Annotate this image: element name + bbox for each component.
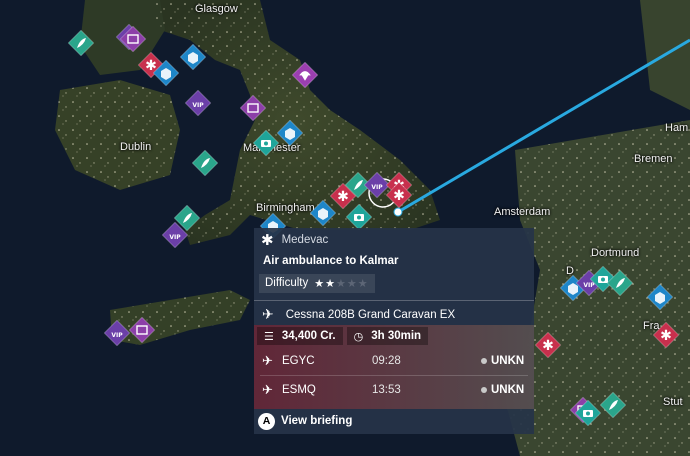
delivery-mission-marker[interactable] bbox=[68, 30, 94, 56]
medevac-mission-marker[interactable]: ✱ bbox=[535, 332, 561, 358]
difficulty-stars: ★★★★★ bbox=[314, 277, 368, 290]
photo-mission-marker[interactable] bbox=[346, 204, 372, 230]
star-empty-icon: ★ bbox=[336, 276, 347, 290]
photo-mission-marker[interactable] bbox=[253, 130, 279, 156]
arrival-row: ✈ ESMQ 13:53 UNKN bbox=[254, 376, 534, 404]
city-label-hamburg: Ham bbox=[665, 122, 689, 134]
coin-stack-icon: ☰ bbox=[264, 329, 274, 343]
svg-text:VIP: VIP bbox=[371, 184, 383, 191]
star-icon: ★ bbox=[325, 276, 336, 290]
skydive-mission-marker[interactable] bbox=[292, 62, 318, 88]
aircraft-name: Cessna 208B Grand Caravan EX bbox=[285, 309, 456, 321]
cargo-mission-marker[interactable] bbox=[277, 120, 303, 146]
svg-text:VIP: VIP bbox=[169, 234, 181, 241]
mission-category: Medevac bbox=[281, 234, 329, 246]
weather-status-dot bbox=[481, 358, 487, 364]
medevac-icon: ✱ bbox=[653, 322, 679, 348]
passenger-icon bbox=[129, 317, 155, 343]
departure-row: ✈ EGYC 09:28 UNKN bbox=[254, 347, 534, 375]
medevac-icon: ✱ bbox=[386, 182, 412, 208]
passenger-mission-marker[interactable] bbox=[129, 317, 155, 343]
medevac-mission-marker[interactable]: ✱ bbox=[386, 182, 412, 208]
airplane-icon: ✈ bbox=[262, 307, 274, 323]
delivery-icon bbox=[192, 150, 218, 176]
medevac-icon: ✱ bbox=[535, 332, 561, 358]
city-label-glasgow: Glasgow bbox=[195, 3, 238, 15]
delivery-mission-marker[interactable] bbox=[192, 150, 218, 176]
difficulty-label: Difficulty bbox=[265, 277, 309, 289]
svg-text:VIP: VIP bbox=[192, 102, 204, 109]
arrival-time: 13:53 bbox=[372, 384, 401, 396]
star-empty-icon: ★ bbox=[346, 276, 358, 290]
vip-mission-marker[interactable]: VIP bbox=[104, 320, 130, 346]
weather-status-dot bbox=[481, 387, 487, 393]
delivery-icon bbox=[607, 270, 633, 296]
difficulty-badge: Difficulty ★★★★★ bbox=[259, 273, 375, 293]
cargo-mission-marker[interactable] bbox=[647, 284, 673, 310]
city-label-amsterdam: Amsterdam bbox=[494, 206, 551, 218]
city-label-dublin: Dublin bbox=[120, 141, 152, 153]
asterisk-icon: ✱ bbox=[261, 231, 274, 249]
takeoff-icon: ✈ bbox=[262, 353, 273, 369]
svg-text:✱: ✱ bbox=[393, 188, 405, 204]
cargo-icon bbox=[153, 60, 179, 86]
medevac-mission-marker[interactable]: ✱ bbox=[653, 322, 679, 348]
landing-icon: ✈ bbox=[262, 382, 273, 398]
delivery-mission-marker[interactable] bbox=[607, 270, 633, 296]
vip-icon: VIP bbox=[185, 90, 211, 116]
photo-mission-marker[interactable] bbox=[575, 400, 601, 426]
reward-section: ☰ 34,400 Cr. ◷ 3h 30min ✈ EGYC 09:28 UNK… bbox=[254, 325, 534, 409]
cargo-icon bbox=[647, 284, 673, 310]
cargo-icon bbox=[277, 120, 303, 146]
cargo-mission-marker[interactable] bbox=[180, 44, 206, 70]
delivery-mission-marker[interactable] bbox=[600, 392, 626, 418]
view-briefing-button[interactable]: A View briefing bbox=[258, 412, 352, 430]
city-label-bremen: Bremen bbox=[634, 153, 673, 165]
cargo-mission-marker[interactable] bbox=[310, 200, 336, 226]
departure-status: UNKN bbox=[491, 355, 525, 367]
passenger-mission-marker[interactable] bbox=[120, 26, 146, 52]
svg-text:VIP: VIP bbox=[111, 332, 123, 339]
svg-text:✱: ✱ bbox=[542, 338, 554, 354]
cargo-mission-marker[interactable] bbox=[153, 60, 179, 86]
popup-header: ✱ Medevac bbox=[254, 228, 534, 252]
delivery-icon bbox=[68, 30, 94, 56]
city-label-stuttgart: Stut bbox=[663, 396, 683, 408]
duration-pill: ◷ 3h 30min bbox=[346, 327, 429, 345]
skydive-icon bbox=[292, 62, 318, 88]
passenger-mission-marker[interactable] bbox=[240, 95, 266, 121]
a-button-icon: A bbox=[258, 412, 275, 430]
delivery-icon bbox=[600, 392, 626, 418]
aircraft-row: ✈ Cessna 208B Grand Caravan EX bbox=[254, 304, 534, 326]
mission-title: Air ambulance to Kalmar bbox=[263, 255, 399, 267]
arrival-code: ESMQ bbox=[282, 384, 316, 396]
duration-value: 3h 30min bbox=[371, 330, 422, 342]
svg-text:✱: ✱ bbox=[660, 328, 672, 344]
cargo-icon bbox=[180, 44, 206, 70]
departure-code: EGYC bbox=[282, 355, 315, 367]
vip-mission-marker[interactable]: VIP bbox=[185, 90, 211, 116]
reward-value: 34,400 Cr. bbox=[281, 330, 336, 342]
photo-icon bbox=[346, 204, 372, 230]
vip-mission-marker[interactable]: VIP bbox=[162, 222, 188, 248]
route-origin-dot bbox=[393, 207, 403, 217]
passenger-icon bbox=[240, 95, 266, 121]
passenger-icon bbox=[120, 26, 146, 52]
city-label-dortmund: Dortmund bbox=[591, 247, 640, 259]
vip-icon: VIP bbox=[104, 320, 130, 346]
photo-icon bbox=[575, 400, 601, 426]
departure-time: 09:28 bbox=[372, 355, 401, 367]
star-empty-icon: ★ bbox=[357, 276, 369, 290]
cargo-icon bbox=[310, 200, 336, 226]
reward-pill: ☰ 34,400 Cr. bbox=[257, 327, 343, 345]
mission-popup[interactable]: ✱ Medevac Air ambulance to Kalmar Diffic… bbox=[254, 228, 534, 434]
photo-icon bbox=[253, 130, 279, 156]
view-briefing-label: View briefing bbox=[281, 415, 353, 427]
arrival-status: UNKN bbox=[491, 384, 525, 396]
star-icon: ★ bbox=[314, 276, 326, 290]
clock-icon: ◷ bbox=[353, 329, 364, 343]
vip-icon: VIP bbox=[162, 222, 188, 248]
